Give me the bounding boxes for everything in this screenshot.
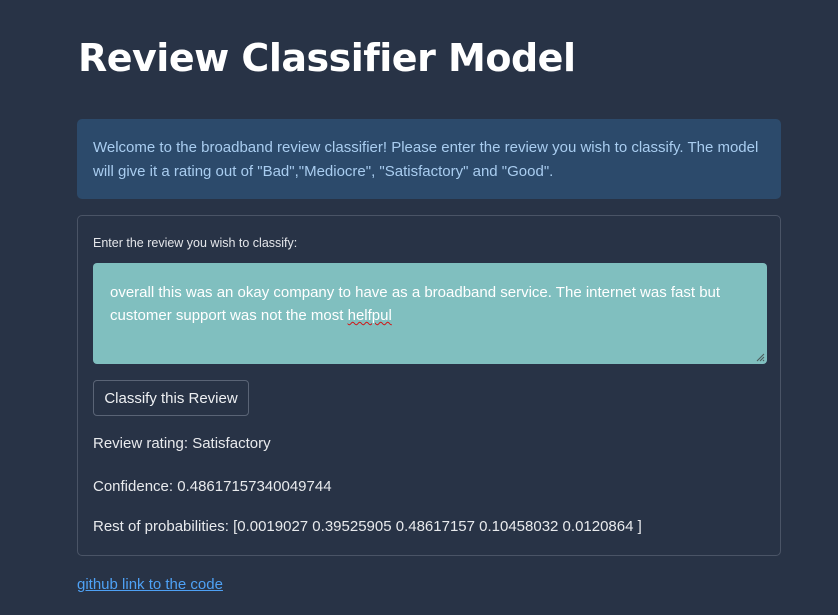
confidence-result: Confidence: 0.48617157340049744 xyxy=(93,478,332,495)
probabilities-result: Rest of probabilities: [0.0019027 0.3952… xyxy=(93,518,642,535)
classify-form: Enter the review you wish to classify: o… xyxy=(77,215,781,556)
review-field-label: Enter the review you wish to classify: xyxy=(93,236,298,250)
review-text: overall this was an okay company to have… xyxy=(110,284,721,324)
app-page: Review Classifier Model Welcome to the b… xyxy=(0,0,838,615)
review-textarea[interactable]: overall this was an okay company to have… xyxy=(93,263,767,364)
classify-button[interactable]: Classify this Review xyxy=(93,380,249,416)
rating-result: Review rating: Satisfactory xyxy=(93,435,271,452)
misspelled-word: helfpul xyxy=(347,307,392,324)
page-title: Review Classifier Model xyxy=(78,36,576,80)
github-link[interactable]: github link to the code xyxy=(77,576,223,593)
info-text: Welcome to the broadband review classifi… xyxy=(93,139,759,180)
info-alert: Welcome to the broadband review classifi… xyxy=(77,119,781,199)
resize-grip-icon[interactable] xyxy=(755,352,765,362)
